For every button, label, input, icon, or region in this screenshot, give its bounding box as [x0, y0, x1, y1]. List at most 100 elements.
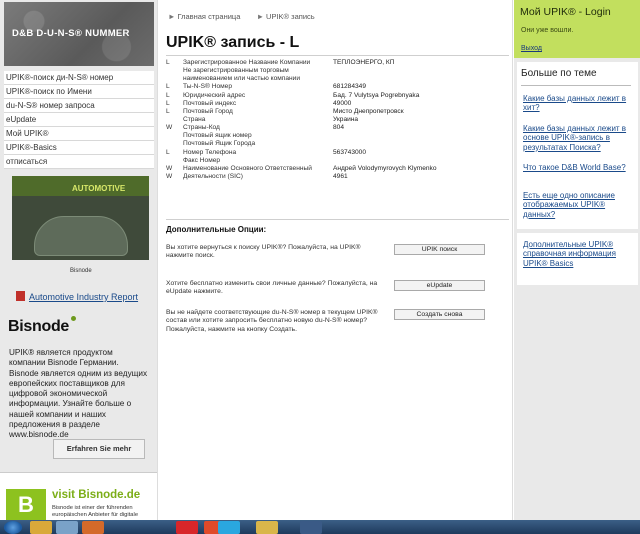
- record-flag: L: [166, 107, 170, 115]
- visit-bisnode-ad[interactable]: B visit Bisnode.de Bisnode ist einer der…: [0, 472, 157, 521]
- table-row: Не зарегистрированным торговым: [166, 67, 506, 75]
- record-flag: L: [166, 59, 170, 66]
- breadcrumb-home[interactable]: Главная страница: [177, 12, 240, 21]
- faq-link-search-databases[interactable]: Какие базы данных лежит в основе UPIK®-з…: [523, 124, 631, 152]
- breadcrumb-arrow-icon: ►: [168, 12, 176, 21]
- record-flag: W: [166, 124, 173, 132]
- record-label: Страны-Код: [183, 124, 220, 132]
- divider: [166, 219, 509, 220]
- logout-link[interactable]: Выход: [521, 45, 542, 52]
- record-label: Юридический адрес: [183, 91, 246, 99]
- breadcrumb-arrow-icon: ►: [256, 12, 265, 21]
- right-sidebar: Мой UPIK® - Login Они уже вошли. Выход Б…: [514, 0, 640, 520]
- ad-label: AUTOMOTIVE: [72, 184, 126, 193]
- yandex-icon[interactable]: [176, 521, 198, 534]
- visit-bisnode-text: visit Bisnode.de: [52, 489, 141, 501]
- record-value: 49000: [333, 99, 352, 107]
- record-flag: W: [166, 164, 173, 172]
- upik-basics-link[interactable]: Дополнительные UPIK® справочная информац…: [523, 240, 631, 268]
- table-row: L Ты-N-S® Номер 681284349: [166, 83, 506, 91]
- table-row: L Почтовый индекс 49000: [166, 100, 506, 108]
- left-sidebar: D&B D-U-N-S® NUMMER UPIK®-поиск ди-N-S® …: [0, 0, 157, 521]
- table-row: L Юридический адрес Бад. 7 Vulytsya Pogreb…: [166, 92, 506, 100]
- automotive-ad-image[interactable]: AUTOMOTIVE Bisnode: [12, 176, 149, 284]
- record-flag: W: [166, 172, 173, 180]
- record-label: Факс Номер: [183, 156, 221, 164]
- table-row: W Деятельности (SIC) 4961: [166, 173, 506, 181]
- record-flag: L: [166, 99, 170, 107]
- divider: [166, 55, 509, 56]
- skype-icon[interactable]: [218, 521, 240, 534]
- table-row: Почтовый Ящик Города: [166, 140, 506, 148]
- bisnode-b-icon: B: [6, 489, 46, 521]
- pdf-icon: [16, 291, 25, 301]
- option-text: Хотите бесплатно изменить свои личные да…: [166, 280, 378, 296]
- taskbar: [0, 520, 640, 534]
- options-title: Дополнительные Опции:: [166, 225, 267, 234]
- folder-icon[interactable]: [256, 521, 278, 534]
- nav-item-unsubscribe[interactable]: отписаться: [4, 155, 154, 169]
- table-row: Страна Украина: [166, 116, 506, 124]
- erfahren-button[interactable]: Erfahren Sie mehr: [53, 439, 145, 459]
- related-topics-title: Больше по теме: [521, 68, 597, 79]
- upik-search-button[interactable]: UPIK поиск: [394, 244, 485, 255]
- app-icon[interactable]: [56, 521, 78, 534]
- record-flag: L: [166, 148, 170, 156]
- record-label: Деятельности (SIC): [183, 172, 243, 180]
- faq-link-world-base[interactable]: Что такое D&B World Base?: [523, 163, 631, 172]
- table-row: W Наименование Основного Ответственный Анд…: [166, 165, 506, 173]
- record-value: 563743000: [333, 148, 367, 156]
- breadcrumb: ► Главная страница ► UPIK® запись: [168, 12, 315, 21]
- faq-link-data-description[interactable]: Есть еще одно описание отображаемых UPIK…: [523, 191, 631, 219]
- record-label: Не зарегистрированным торговым: [183, 67, 289, 75]
- login-status: Они уже вошли.: [521, 27, 574, 34]
- nav-item-duns-search[interactable]: UPIK®-поиск ди-N-S® номер: [4, 71, 154, 85]
- login-box: Мой UPIK® - Login Они уже вошли. Выход: [514, 0, 640, 58]
- faq-link-hit-databases[interactable]: Какие базы данных лежит в хит?: [523, 94, 631, 113]
- ad-brand: Bisnode: [70, 268, 92, 274]
- record-flag: L: [166, 91, 170, 99]
- nav-item-upik-basics[interactable]: UPIK®-Basics: [4, 141, 154, 155]
- steam-icon[interactable]: [300, 521, 322, 534]
- duns-banner[interactable]: D&B D-U-N-S® NUMMER: [4, 2, 154, 66]
- record-label: Страна: [183, 115, 206, 123]
- banner-title: D&B D-U-N-S® NUMMER: [12, 28, 130, 39]
- record-label: Номер Телефона: [183, 148, 237, 156]
- nav-item-name-search[interactable]: UPIK®-поиск по Имени: [4, 85, 154, 99]
- record-flag: L: [166, 83, 170, 91]
- bisnode-description: UPIK® является продуктом компании Bisnod…: [9, 348, 148, 440]
- nav-item-my-upik[interactable]: Мой UPIK®: [4, 127, 154, 141]
- record-label: Зарегистрированное Название Компании: [183, 59, 311, 66]
- table-row: L Номер Телефона 563743000: [166, 149, 506, 157]
- record-value: Бад. 7 Vulytsya Pogrebnyaka: [333, 91, 420, 99]
- page-title: UPIK® запись - L: [166, 34, 300, 51]
- nav-item-duns-request[interactable]: du-N-S® номер запроса: [4, 99, 154, 113]
- automotive-report-label: Automotive Industry Report: [29, 292, 139, 302]
- car-image: [34, 216, 128, 256]
- breadcrumb-record[interactable]: UPIK® запись: [266, 12, 315, 21]
- related-topics-box: Больше по теме Какие базы данных лежит в…: [517, 62, 638, 229]
- create-new-button[interactable]: Создать снова: [394, 309, 485, 320]
- explorer-icon[interactable]: [30, 521, 52, 534]
- nav-item-eupdate[interactable]: eUpdate: [4, 113, 154, 127]
- record-value: 681284349: [333, 83, 367, 91]
- info-box: Дополнительные UPIK® справочная информац…: [517, 233, 638, 285]
- record-value: Андрей Volodymyrovych Klymenko: [333, 164, 437, 172]
- record-value: 4961: [333, 172, 348, 180]
- record-value: ТЕПЛОЭНЕРГО, КП: [333, 59, 395, 66]
- bisnode-logo: Bisnode: [8, 316, 77, 336]
- app-icon[interactable]: [82, 521, 104, 534]
- table-row: L Почтовый Город Мисто Днепропетровск: [166, 108, 506, 116]
- eupdate-button[interactable]: eUpdate: [394, 280, 485, 291]
- record-label: Почтовый индекс: [183, 99, 237, 107]
- record-table: L Зарегистрированное Название Компании ТЕП…: [166, 59, 506, 181]
- automotive-report-link[interactable]: Automotive Industry Report: [16, 291, 138, 302]
- main-content: ► Главная страница ► UPIK® запись UPIK® за…: [157, 0, 513, 520]
- record-label: Почтовый Ящик Города: [183, 140, 256, 148]
- start-button-icon[interactable]: [4, 521, 22, 534]
- table-row: L Зарегистрированное Название Компании ТЕП…: [166, 59, 506, 67]
- visit-bisnode-small: Bisnode ist einer der führenden europäis…: [52, 505, 139, 518]
- bisnode-logo-text: Bisnode: [8, 318, 70, 335]
- record-value: 804: [333, 124, 345, 132]
- table-row: Факс Номер: [166, 157, 506, 165]
